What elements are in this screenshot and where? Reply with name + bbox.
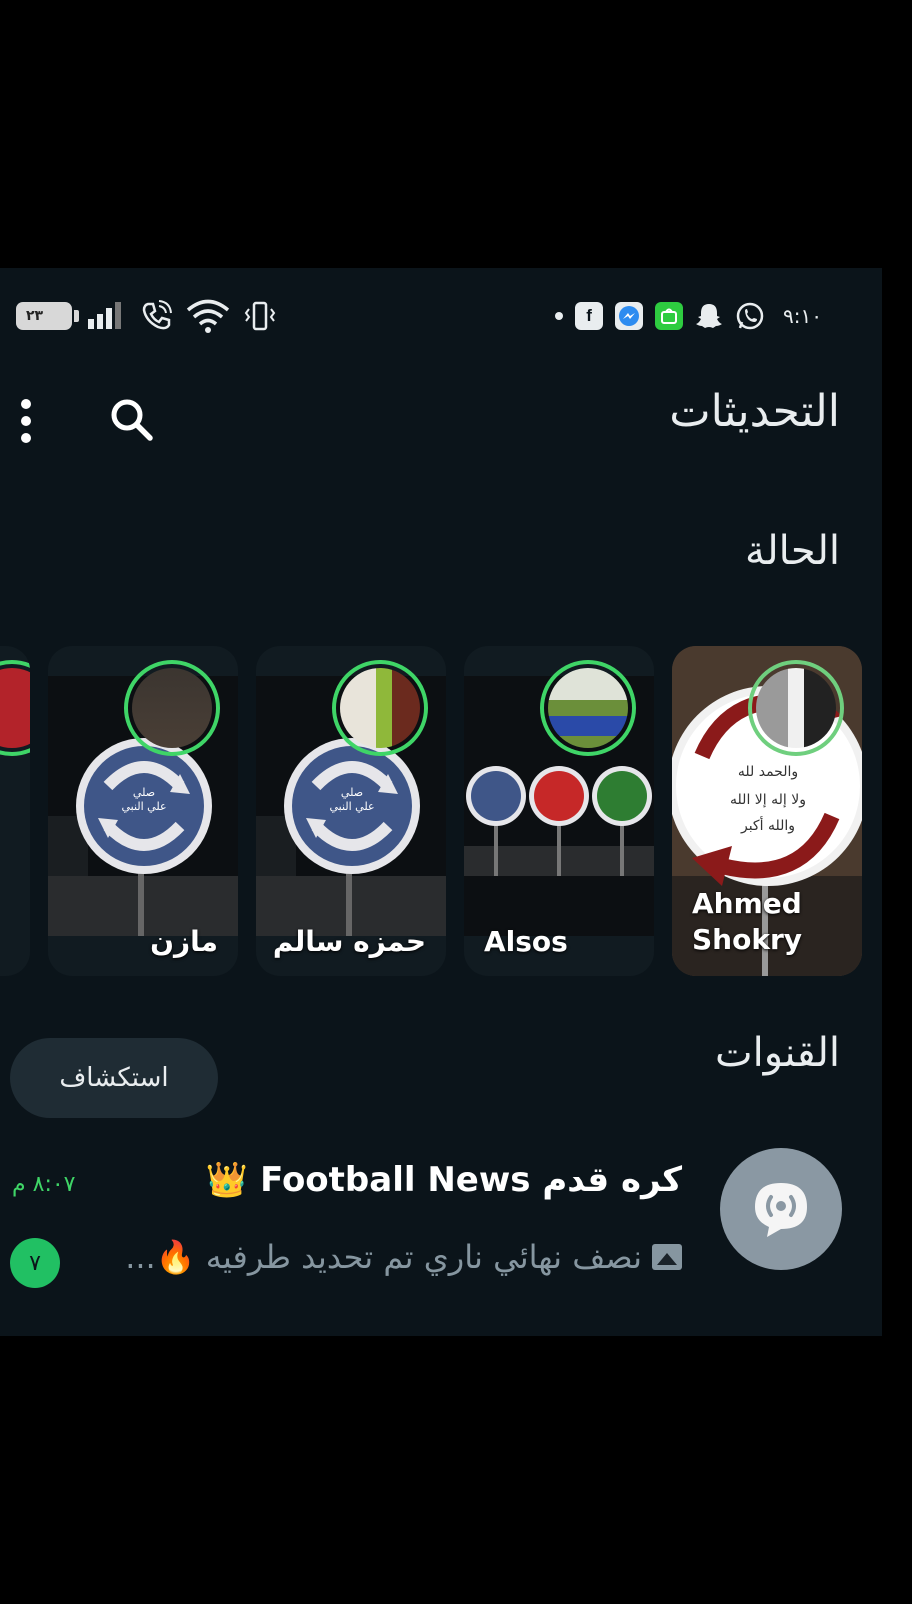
signal-icon [88,302,121,329]
status-card[interactable]: صلي علي النبي حمزه سالم [256,646,446,976]
explore-button[interactable]: استكشاف [10,1038,218,1118]
status-avatar-ring [332,660,428,756]
page-title: التحديثات [669,386,840,437]
status-avatar-ring [540,660,636,756]
svg-text:والله أكبر: والله أكبر [740,816,795,834]
more-vert-icon [21,399,31,410]
battery-level: ٢٣ [26,308,44,324]
status-card[interactable]: صلي علي النبي مازن [48,646,238,976]
image-icon [652,1244,682,1270]
channel-name: كره قدم Football News 👑 [205,1160,682,1200]
status-bar-system: ٢٣ [16,298,276,334]
wifi-icon [186,299,230,333]
svg-text:والحمد لله: والحمد لله [738,764,798,780]
status-carousel[interactable]: صلي علي النبي مازن صلي علي النبي حمزه سا… [0,646,882,986]
status-bar: ٢٣ f ٩:١٠ [0,268,882,376]
status-card[interactable]: Alsos [464,646,654,976]
battery-icon: ٢٣ [16,302,79,330]
search-button[interactable] [106,394,158,446]
status-card-partial[interactable] [0,646,30,976]
channel-time: ٨:٠٧ م [12,1172,76,1197]
more-options-button[interactable] [14,396,38,446]
sign-text: صلي علي النبي [121,786,167,813]
channel-avatar [720,1148,842,1270]
status-name: حمزه سالم [272,925,426,958]
search-icon [111,399,153,441]
svg-text:ولا إله إلا الله: ولا إله إلا الله [730,792,806,808]
app-bar: التحديثات [0,376,882,476]
status-name: مازن [150,925,218,958]
channels-section-title: القنوات [714,1030,840,1076]
status-avatar-ring [124,660,220,756]
sign-text: صلي علي النبي [329,786,375,813]
status-card[interactable]: والحمد لله ولا إله إلا الله والله أكبر A… [672,646,862,976]
status-section-title: الحالة [745,528,840,574]
facebook-icon: f [575,302,604,330]
snapchat-icon [696,304,723,328]
status-avatar-ring [748,660,844,756]
unread-badge: ٧ [10,1238,60,1288]
notification-dot-icon [555,312,564,320]
channel-preview: نصف نهائي ناري تم تحديد طرفيه 🔥... [125,1238,682,1276]
clock: ٩:١٠ [783,304,822,328]
status-avatar-ring [0,660,30,756]
messenger-icon [615,302,644,330]
status-name: Alsos [484,925,568,958]
status-name: Ahmed Shokry [692,887,803,956]
status-bar-notifications: f ٩:١٠ [555,298,822,334]
store-icon [655,302,684,330]
vibrate-icon [244,301,276,331]
wifi-call-icon [142,300,172,330]
channel-preview-text: نصف نهائي ناري تم تحديد طرفيه 🔥... [125,1238,642,1276]
channel-placeholder-icon [755,1183,807,1237]
updates-screen: ٢٣ f ٩:١٠ التحديثات الحالة صلي علي النبي… [0,268,882,1336]
channel-list-item[interactable]: كره قدم Football News 👑 ٨:٠٧ م نصف نهائي… [0,1138,882,1298]
whatsapp-icon [736,302,764,330]
